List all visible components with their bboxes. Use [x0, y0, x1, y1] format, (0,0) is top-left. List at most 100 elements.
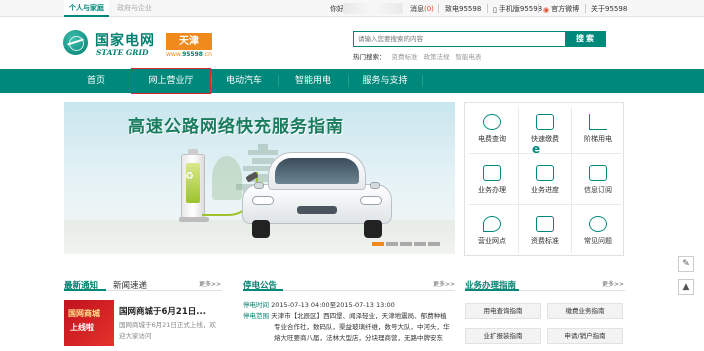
divider [487, 4, 488, 13]
weibo-link[interactable]: ◉ 官方微博 [543, 4, 579, 14]
news-thumbnail[interactable]: 国网商城 上线啦 [64, 300, 114, 346]
carousel-dot[interactable] [428, 242, 440, 246]
carousel-dot[interactable] [386, 242, 398, 246]
hot-label: 热门搜索： [353, 53, 386, 61]
service-label: 阶梯用电 [584, 135, 612, 143]
nav-smart-power[interactable]: 智能用电 [280, 69, 346, 93]
service-label: 信息订阅 [584, 186, 612, 194]
service-label: 快速缴费 [531, 135, 559, 143]
guide-expansion[interactable]: 业扩报装指南 [465, 328, 541, 344]
mobile-link[interactable]: ▯ 手机版95598 [493, 4, 542, 14]
nav-ev[interactable]: 电动汽车 [213, 69, 275, 93]
service-bill-query[interactable]: 电费查询 [466, 104, 518, 153]
hot-keyword[interactable]: 政策法规 [424, 53, 450, 61]
nav-divider [422, 75, 423, 87]
title-underline [465, 289, 519, 291]
outage-range-cont: 熔大旺要商八届，法林大型店，分块理商营，无路中牌安东 [274, 334, 443, 342]
nav-divider [211, 75, 212, 87]
call-link[interactable]: 致电95598 [445, 4, 481, 14]
news-thumb-title: 国网商城 [68, 309, 100, 318]
carousel-dot[interactable] [372, 242, 384, 246]
news-summary: 国网商城于6月21日正式上线，欢迎大家访问 [119, 321, 216, 340]
bill-query-icon [483, 114, 501, 130]
news-thumb-subtitle: 上线啦 [70, 323, 94, 332]
carousel-dot[interactable] [414, 242, 426, 246]
top-bar: 个人与家庭 政府与企业 你好 消息(0) 致电95598 ▯ 手机版95598 ◉… [0, 0, 704, 17]
nav-divider [348, 75, 349, 87]
tab-business[interactable]: 政府与企业 [112, 0, 157, 17]
service-business-progress[interactable]: 业务进度 [519, 155, 571, 204]
service-business-handle[interactable]: 业务办理 [466, 155, 518, 204]
nav-divider [278, 75, 279, 87]
hot-keyword[interactable]: 智能电表 [456, 53, 482, 61]
service-label: 常见问题 [584, 237, 612, 245]
outage-range-label: 停电范围 [243, 312, 269, 320]
news-headline[interactable]: 国网商城于6月21日... [119, 305, 206, 317]
guide-power-query[interactable]: 用电查询指南 [465, 303, 541, 319]
outlet-map-icon [483, 216, 501, 232]
guide-more-link[interactable]: 更多>> [602, 279, 624, 288]
outage-range: 天津市【北辰区】西四堡、闻泽轻业，天津地震局、郁费种植 [271, 312, 447, 320]
city-badge[interactable]: 天津 [166, 33, 212, 50]
service-label: 资费标准 [531, 237, 559, 245]
highlight-box [131, 68, 211, 94]
outage-range-cont: 专业合作社，数码队，渠益玻璃纤维，数号大队，中河头，华 [274, 323, 450, 331]
weibo-icon: ◉ [543, 6, 550, 14]
search-input[interactable] [354, 32, 565, 46]
divider [538, 4, 539, 13]
logo-english: STATE GRID [96, 48, 149, 57]
carousel-dot[interactable] [400, 242, 412, 246]
edit-icon[interactable]: ✎ [678, 256, 694, 272]
divider [438, 4, 439, 13]
recycle-icon: ♻ [185, 171, 194, 182]
hot-searches: 热门搜索： 资费标准 政策法规 智能电表 [353, 51, 482, 61]
tab-personal[interactable]: 个人与家庭 [64, 0, 109, 17]
tab-underline [64, 289, 106, 291]
logo-chinese: 国家电网 [95, 33, 155, 49]
service-quick-pay[interactable]: 快速缴费 [519, 104, 571, 153]
service-tariff[interactable]: 资费标准 [519, 206, 571, 255]
info-subscribe-icon [589, 165, 607, 181]
back-to-top-icon[interactable]: ▲ [678, 279, 694, 295]
about-link[interactable]: 关于95598 [591, 4, 627, 14]
tariff-icon [536, 216, 554, 232]
service-label: 电费查询 [478, 135, 506, 143]
search-box [353, 31, 566, 47]
divider [585, 4, 586, 13]
tiered-power-icon [589, 114, 607, 130]
outage-time-label: 停电时间 [243, 301, 269, 309]
service-label: 业务办理 [478, 186, 506, 194]
service-info-subscribe[interactable]: 信息订阅 [572, 155, 624, 204]
greeting-text: 你好 [330, 5, 344, 13]
news-more-link[interactable]: 更多>> [199, 279, 221, 288]
carousel-dots [372, 240, 442, 248]
service-label: 业务进度 [531, 186, 559, 194]
outage-time: 2015-07-13 04:00至2015-07-13 13:00 [271, 301, 395, 309]
username-blurred [343, 3, 403, 14]
state-grid-logo-icon[interactable] [63, 30, 88, 55]
business-progress-icon [536, 165, 554, 181]
service-outlets[interactable]: 营业网点 [466, 206, 518, 255]
search-button[interactable]: 搜索 [566, 31, 606, 47]
nav-service-support[interactable]: 服务与支持 [350, 69, 420, 93]
messages-link[interactable]: 消息(0) [410, 4, 434, 14]
service-tiered-power[interactable]: 阶梯用电 [572, 104, 624, 153]
hot-keyword[interactable]: 资费标准 [392, 53, 418, 61]
quick-pay-icon [536, 114, 554, 130]
business-handle-icon [483, 165, 501, 181]
banner-title: 高速公路网络快充服务指南 [128, 117, 344, 137]
guide-payment[interactable]: 缴费业务指南 [547, 303, 623, 319]
service-label: 营业网点 [478, 237, 506, 245]
banner-carousel[interactable]: 高速公路网络快充服务指南 ♻ [64, 102, 455, 254]
phone-icon: ▯ [493, 6, 497, 14]
electric-car-illustration [242, 150, 392, 238]
nav-home[interactable]: 首页 [64, 69, 128, 93]
announce-more-link[interactable]: 更多>> [433, 279, 455, 288]
guide-apply-cancel[interactable]: 申请/销户指南 [547, 328, 623, 344]
main-nav: 首页 网上营业厅 电动汽车 智能用电 服务与支持 国网商城个人商城 www.es… [0, 69, 704, 159]
service-faq[interactable]: 常见问题 [572, 206, 624, 255]
quick-services-grid: 电费查询 快速缴费 阶梯用电 业务办理 业务进度 信息订阅 营业网点 资费标准 … [464, 102, 624, 256]
faq-icon [589, 216, 607, 232]
city-url: www.95598.cn [166, 51, 212, 58]
title-underline [243, 289, 283, 291]
